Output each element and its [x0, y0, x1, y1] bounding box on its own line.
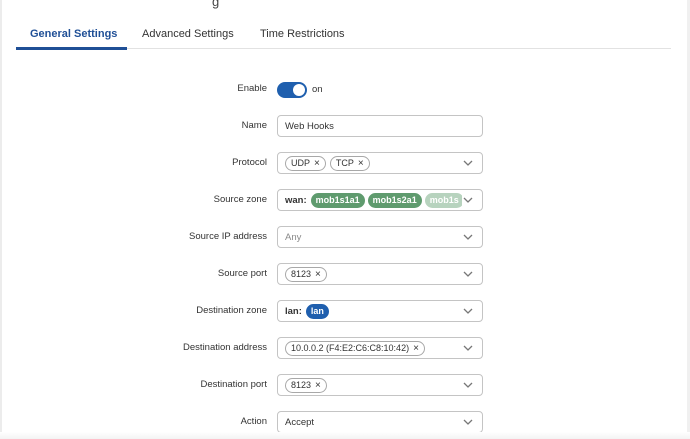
- action-select[interactable]: Accept: [277, 411, 483, 433]
- enable-label: Enable: [237, 83, 267, 94]
- destination-zone-label: Destination zone: [196, 305, 267, 316]
- source-ip-select[interactable]: Any: [277, 226, 483, 248]
- chevron-down-icon[interactable]: [462, 379, 474, 391]
- chevron-down-icon[interactable]: [462, 194, 474, 206]
- source-ip-placeholder: Any: [285, 231, 302, 243]
- destination-address-chip: 10.0.0.2 (F4:E2:C6:C8:10:42) ×: [285, 340, 425, 356]
- active-tab-indicator: [16, 47, 127, 50]
- chevron-down-icon[interactable]: [462, 342, 474, 354]
- source-port-row: Source port 8123 ×: [0, 263, 690, 285]
- name-label: Name: [241, 120, 267, 131]
- source-port-label: Source port: [217, 268, 267, 279]
- destination-port-chip: 8123 ×: [285, 377, 327, 393]
- name-value: Web Hooks: [285, 120, 334, 132]
- destination-port-label: Destination port: [200, 379, 267, 390]
- source-port-select[interactable]: 8123 ×: [277, 263, 483, 285]
- source-port-chip: 8123 ×: [285, 266, 327, 282]
- protocol-chip-udp: UDP ×: [285, 155, 326, 171]
- destination-address-row: Destination address 10.0.0.2 (F4:E2:C6:C…: [0, 337, 690, 359]
- destination-port-select[interactable]: 8123 ×: [277, 374, 483, 396]
- chevron-down-icon[interactable]: [462, 416, 474, 428]
- chevron-down-icon[interactable]: [462, 231, 474, 243]
- name-row: Name Web Hooks: [0, 115, 690, 137]
- chip-label: 8123: [291, 269, 312, 279]
- page-title-fragment: g: [212, 0, 220, 9]
- destination-zone-row: Destination zone lan: lan: [0, 300, 690, 322]
- destination-port-row: Destination port 8123 ×: [0, 374, 690, 396]
- close-icon[interactable]: ×: [315, 269, 321, 280]
- zone-badge-mob1s1a1: mob1s1a1: [310, 192, 365, 208]
- chevron-down-icon[interactable]: [462, 305, 474, 317]
- destination-zone-select[interactable]: lan: lan: [277, 300, 483, 322]
- chevron-down-icon[interactable]: [462, 157, 474, 169]
- enable-row: Enable on: [0, 78, 690, 100]
- chip-label: 10.0.0.2 (F4:E2:C6:C8:10:42): [291, 343, 410, 353]
- tab-general-settings[interactable]: General Settings: [30, 28, 117, 40]
- protocol-select[interactable]: UDP × TCP ×: [277, 152, 483, 174]
- source-zone-prefix: wan:: [285, 194, 307, 206]
- close-icon[interactable]: ×: [413, 343, 419, 354]
- destination-address-label: Destination address: [183, 342, 267, 353]
- action-value: Accept: [285, 416, 315, 428]
- chip-label: UDP: [291, 158, 311, 168]
- protocol-row: Protocol UDP × TCP ×: [0, 152, 690, 174]
- enable-state-text: on: [312, 84, 323, 95]
- chip-label: 8123: [291, 380, 312, 390]
- protocol-chip-tcp: TCP ×: [329, 155, 370, 171]
- protocol-label: Protocol: [232, 157, 267, 168]
- close-icon[interactable]: ×: [358, 158, 364, 169]
- action-label: Action: [240, 416, 267, 427]
- destination-address-select[interactable]: 10.0.0.2 (F4:E2:C6:C8:10:42) ×: [277, 337, 483, 359]
- close-icon[interactable]: ×: [315, 380, 321, 391]
- action-row: Action Accept: [0, 411, 690, 433]
- source-zone-row: Source zone wan: mob1s1a1 mob1s2a1 mob1s: [0, 189, 690, 211]
- toggle-knob: [293, 84, 305, 96]
- chevron-down-icon[interactable]: [462, 268, 474, 280]
- zone-badge-mob1s2a1: mob1s2a1: [367, 192, 422, 208]
- tab-advanced-settings[interactable]: Advanced Settings: [142, 28, 234, 40]
- chip-label: TCP: [335, 158, 354, 168]
- tab-time-restrictions[interactable]: Time Restrictions: [260, 28, 345, 40]
- name-input[interactable]: Web Hooks: [277, 115, 483, 137]
- zone-badge-lan: lan: [305, 303, 329, 319]
- source-zone-select[interactable]: wan: mob1s1a1 mob1s2a1 mob1s: [277, 189, 483, 211]
- zone-badge-faded: mob1s: [424, 192, 464, 208]
- source-zone-label: Source zone: [213, 194, 267, 205]
- enable-toggle[interactable]: [277, 82, 307, 98]
- tab-bar: General Settings Advanced Settings Time …: [16, 22, 671, 50]
- source-ip-label: Source IP address: [189, 231, 267, 242]
- close-icon[interactable]: ×: [314, 158, 320, 169]
- bottom-fade: [0, 432, 690, 439]
- destination-zone-prefix: lan:: [285, 305, 302, 317]
- source-ip-row: Source IP address Any: [0, 226, 690, 248]
